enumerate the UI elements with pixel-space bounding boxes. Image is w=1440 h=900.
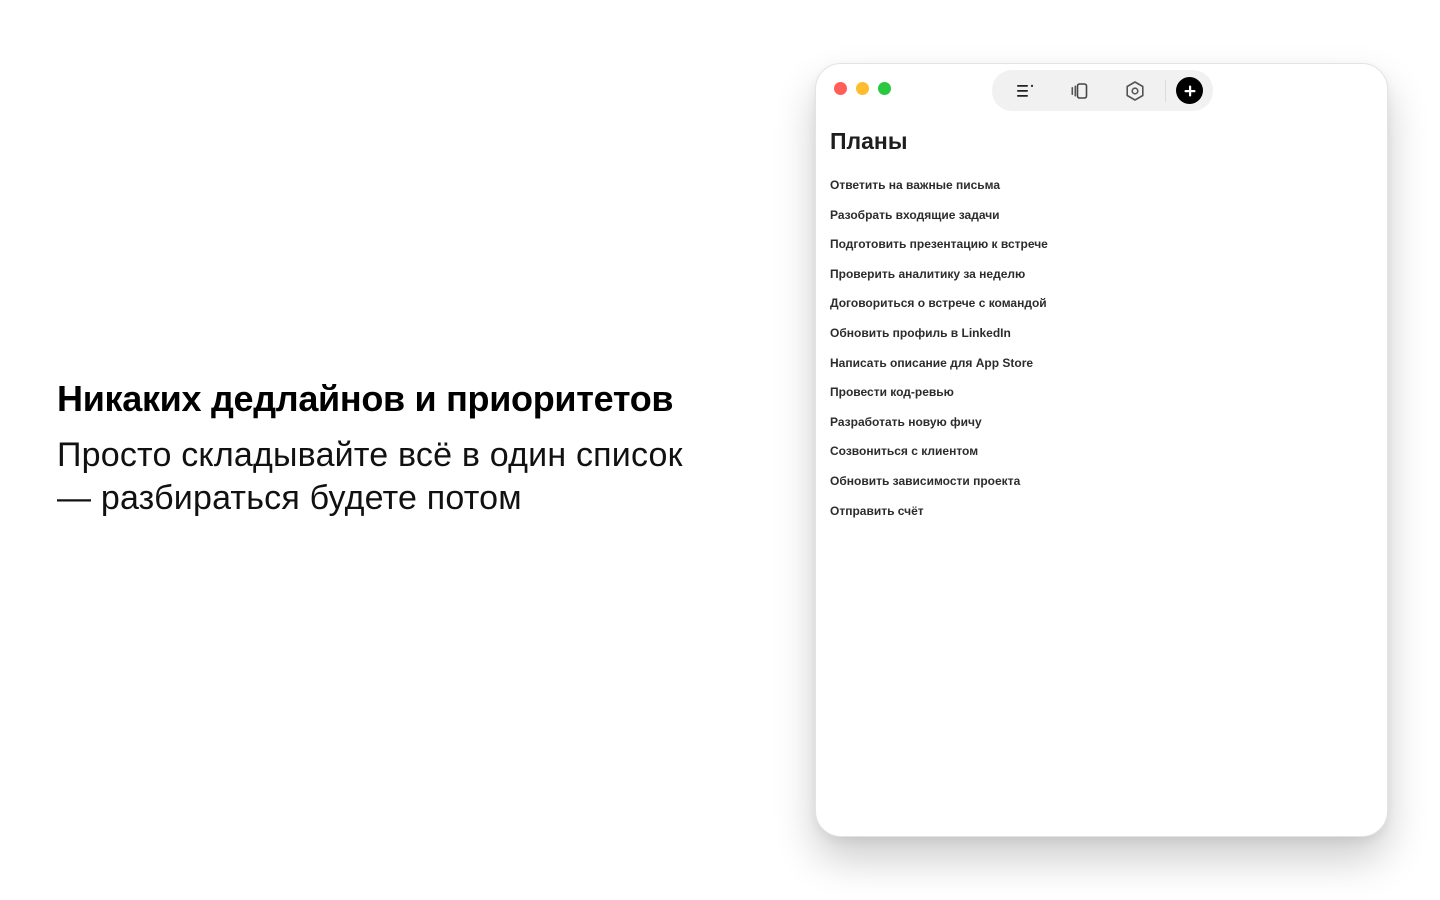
settings-icon (1126, 81, 1144, 101)
add-task-button[interactable] (1176, 77, 1203, 104)
app-window: Планы Ответить на важные письма Разобрат… (815, 63, 1388, 837)
task-item[interactable]: Отправить счёт (830, 503, 1048, 533)
zoom-window-button[interactable] (878, 82, 891, 95)
minimize-window-button[interactable] (856, 82, 869, 95)
task-item[interactable]: Обновить зависимости проекта (830, 473, 1048, 503)
promo-subtitle: Просто складывайте всё в один список — р… (57, 436, 683, 517)
list-view-button[interactable] (1012, 78, 1038, 104)
cards-icon (1071, 83, 1088, 99)
window-controls (834, 82, 891, 95)
promo-section: Никаких дедлайнов и приоритетов Просто с… (57, 376, 757, 520)
task-item[interactable]: Обновить профиль в LinkedIn (830, 325, 1048, 355)
toolbar (992, 70, 1213, 111)
task-item[interactable]: Разработать новую фичу (830, 414, 1048, 444)
list-title: Планы (830, 128, 908, 154)
task-item[interactable]: Написать описание для App Store (830, 355, 1048, 385)
settings-button[interactable] (1122, 78, 1148, 104)
close-window-button[interactable] (834, 82, 847, 95)
task-item[interactable]: Подготовить презентацию к встрече (830, 236, 1048, 266)
toolbar-divider (1165, 80, 1166, 102)
task-item[interactable]: Проверить аналитику за неделю (830, 266, 1048, 296)
cards-view-button[interactable] (1067, 78, 1093, 104)
task-item[interactable]: Договориться о встрече с командой (830, 295, 1048, 325)
plus-icon (1184, 85, 1195, 96)
task-item[interactable]: Разобрать входящие задачи (830, 207, 1048, 237)
task-item[interactable]: Ответить на важные письма (830, 177, 1048, 207)
task-item[interactable]: Созвониться с клиентом (830, 443, 1048, 473)
list-icon (1017, 84, 1034, 97)
promo-title: Никаких дедлайнов и приоритетов (57, 378, 674, 419)
task-list: Ответить на важные письма Разобрать вход… (830, 177, 1048, 532)
task-item[interactable]: Провести код-ревью (830, 384, 1048, 414)
